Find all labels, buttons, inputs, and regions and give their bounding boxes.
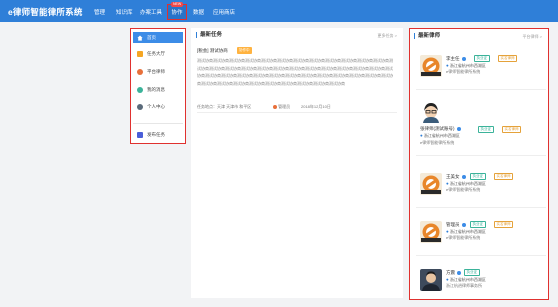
- lawyer-location: ● 浙江省杭州市西湖区: [420, 133, 460, 138]
- sidebar-item-publish-task[interactable]: 发布任务: [133, 129, 183, 140]
- verified-icon: [456, 126, 461, 131]
- sidebar-item-task-hall[interactable]: 任务大厅: [133, 48, 183, 59]
- task-status-badge: 协作中: [237, 47, 252, 54]
- sidebar-item-home[interactable]: 首页: [133, 32, 183, 43]
- location-pin-icon: ●: [446, 277, 449, 282]
- sidebar-item-my-messages[interactable]: 我的消息: [133, 84, 183, 95]
- verified-lawyer-badge: 实名律师: [494, 173, 513, 180]
- sidebar-item-personal-center[interactable]: 个人中心: [133, 101, 183, 112]
- card-divider: [416, 155, 546, 156]
- home-icon: [137, 35, 143, 41]
- card-divider: [416, 89, 546, 90]
- location-pin-icon: ●: [420, 133, 423, 138]
- lawyer-icon: [137, 68, 143, 75]
- task-divider: [197, 112, 397, 113]
- new-badge: NEW: [171, 2, 184, 7]
- verified-lawyer-badge: 实名律师: [502, 126, 521, 133]
- nav-item-collaboration[interactable]: NEW 协作: [167, 2, 187, 20]
- sidebar-item-label: 个人中心: [147, 103, 165, 109]
- verified-icon: [457, 270, 461, 275]
- card-divider: [416, 207, 546, 208]
- lawyer-name: 方震: [446, 270, 461, 276]
- task-title[interactable]: [税会] 测试协商: [197, 48, 228, 54]
- license-badge: 执业证: [478, 126, 494, 133]
- verified-lawyer-badge: 实名律师: [498, 55, 517, 62]
- nav-item-app-store[interactable]: 应用商店: [213, 8, 235, 16]
- sidebar-item-label: 发布任务: [147, 131, 165, 137]
- sidebar-item-label: 首页: [147, 34, 156, 40]
- author-avatar-icon: [273, 104, 277, 109]
- location-pin-icon: ●: [446, 63, 449, 68]
- user-icon: [137, 103, 143, 110]
- lawyer-firm: e律师智能律所系统: [446, 69, 481, 74]
- location-pin-icon: ●: [446, 229, 449, 234]
- lawyer-name: 管理员: [446, 222, 466, 228]
- task-description: 测试协商测试协商测试协商测试协商测试协商测试协商测试协商测试协商测试协商测试协商…: [197, 58, 393, 86]
- lawyer-firm: e律师智能律所系统: [446, 235, 481, 240]
- verified-icon: [461, 56, 466, 61]
- avatar: [420, 221, 442, 243]
- lawyer-firm: e律师智能律所系统: [446, 187, 481, 192]
- platform-lawyers-link[interactable]: 平台律师 >: [523, 34, 542, 40]
- sidebar-divider: [133, 123, 183, 124]
- nav-item-case-tools[interactable]: 办案工具: [140, 8, 162, 16]
- lawyer-name: 张律师(测试账号): [420, 126, 461, 132]
- latest-lawyers-panel: 最新律师 平台律师 > 李主任 执业证 实名律师 ● 浙江省杭州市西湖区 e律师…: [409, 28, 549, 300]
- avatar: [420, 269, 442, 291]
- sidebar-item-label: 我的消息: [147, 86, 165, 92]
- verified-icon: [461, 222, 466, 227]
- lawyer-name: 王美女: [446, 174, 466, 180]
- app-brand[interactable]: e律师智能律所系统: [8, 6, 83, 18]
- task-hall-icon: [137, 50, 143, 57]
- nav-item-data[interactable]: 数据: [193, 8, 204, 16]
- license-badge: 执业证: [470, 173, 486, 180]
- license-badge: 执业证: [464, 269, 480, 276]
- collab-sidebar: 首页 任务大厅 平台律师 我的消息 个人中心 发布任务: [130, 28, 186, 144]
- sidebar-item-label: 平台律师: [147, 68, 165, 74]
- sidebar-item-platform-lawyers[interactable]: 平台律师: [133, 66, 183, 77]
- message-icon: [137, 86, 143, 93]
- license-badge: 执业证: [470, 221, 486, 228]
- avatar: [420, 101, 442, 123]
- task-location: 任务地点：天津 天津市 和平区: [197, 104, 252, 109]
- lawyer-firm: 浙江杭逍律师事务所: [446, 283, 482, 288]
- nav-item-manage[interactable]: 管理: [94, 8, 105, 16]
- nav-item-collaboration-label: 协作: [171, 10, 183, 16]
- location-pin-icon: ●: [446, 181, 449, 186]
- verified-lawyer-badge: 实名律师: [494, 221, 513, 228]
- task-author: 管理员: [273, 104, 290, 110]
- card-divider: [416, 255, 546, 256]
- top-navbar: e律师智能律所系统 管理 知识库 办案工具 NEW 协作 数据 应用商店: [0, 0, 558, 22]
- task-date: 2018年12月10日: [301, 104, 331, 109]
- section-title: 最新任务: [196, 32, 222, 38]
- publish-icon: [137, 131, 143, 138]
- verified-icon: [461, 174, 466, 179]
- section-title: 最新律师: [414, 33, 440, 39]
- latest-tasks-panel: 最新任务 更多任务 > [税会] 测试协商 协作中 测试协商测试协商测试协商测试…: [191, 28, 403, 298]
- avatar: [420, 173, 442, 195]
- lawyer-firm: e律师智能律所系统: [420, 140, 455, 145]
- lawyer-name: 李主任: [446, 56, 466, 62]
- task-author-name: 管理员: [278, 104, 291, 109]
- avatar: [420, 55, 442, 77]
- license-badge: 执业证: [474, 55, 490, 62]
- more-tasks-link[interactable]: 更多任务 >: [378, 33, 397, 39]
- nav-item-knowledge-base[interactable]: 知识库: [116, 8, 133, 16]
- sidebar-item-label: 任务大厅: [147, 50, 165, 56]
